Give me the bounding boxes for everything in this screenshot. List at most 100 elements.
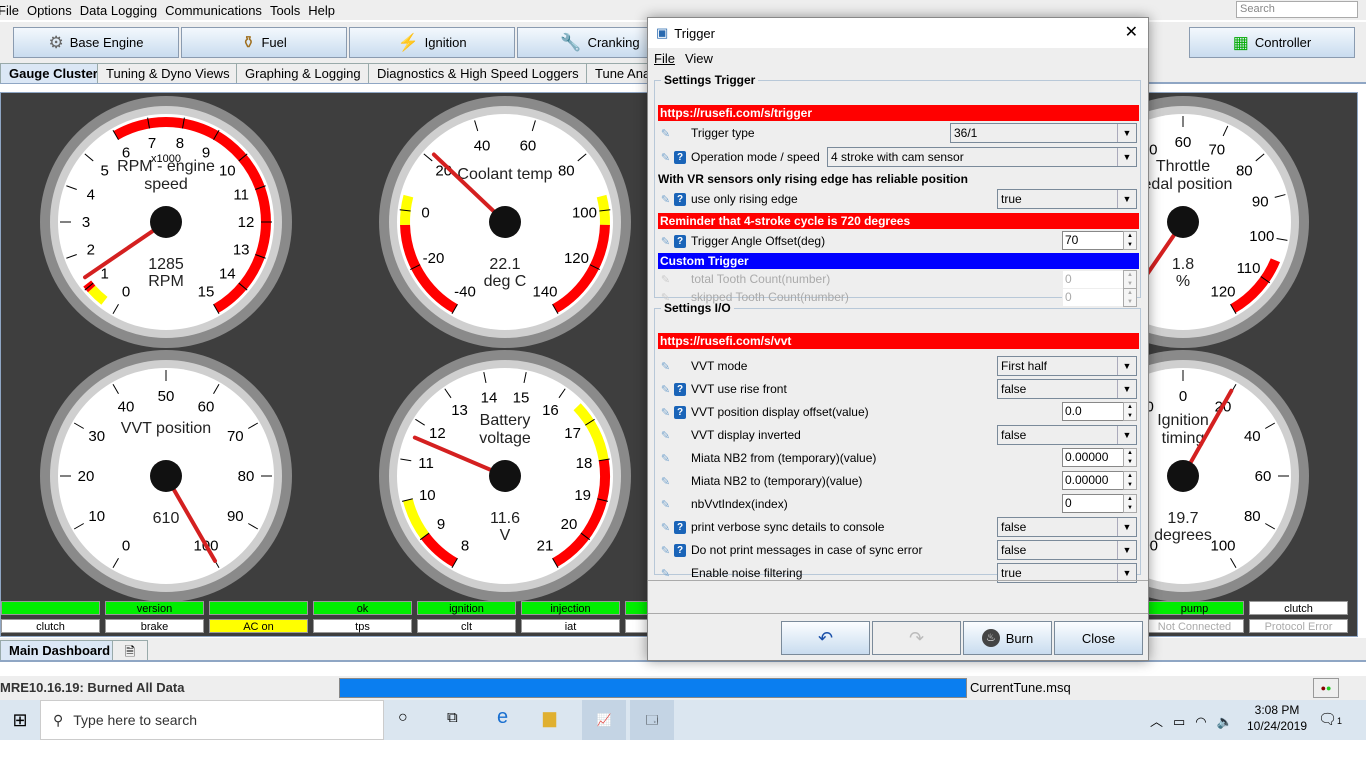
menu-tools[interactable]: Tools [270, 3, 300, 18]
edit-icon[interactable]: ✎ [658, 521, 673, 534]
edit-icon[interactable]: ✎ [658, 475, 673, 488]
gauge-tick-label: 15 [198, 283, 215, 300]
burn-button[interactable]: ♨ Burn [963, 621, 1052, 655]
spinner-arrows[interactable]: ▲ ▼ [1123, 471, 1137, 490]
taskbar-search[interactable]: ⚲ Type here to search [40, 700, 384, 740]
help-icon[interactable]: ? [674, 543, 686, 557]
task-view-icon[interactable]: ⧉ [447, 709, 458, 726]
edit-icon[interactable]: ✎ [658, 127, 673, 140]
clock[interactable]: 3:08 PM 10/24/2019 [1245, 703, 1309, 733]
gauge-units: degrees [1154, 527, 1212, 544]
taskbar-search-placeholder: Type here to search [73, 712, 198, 728]
edit-icon[interactable]: ✎ [658, 151, 673, 164]
gauge-tick-label: 40 [118, 399, 135, 416]
system-tray-icons[interactable]: ︿▭◠🔈 [1150, 711, 1243, 730]
trigger-dialog-taskbar-icon[interactable]: 🗔 [630, 700, 674, 740]
help-icon[interactable]: ? [674, 150, 686, 164]
edit-icon[interactable]: ✎ [658, 406, 673, 419]
chevron-down-icon: ▼ [1117, 518, 1136, 536]
close-button[interactable]: Close [1054, 621, 1143, 655]
cortana-icon[interactable]: ○ [398, 709, 408, 727]
io-number-input[interactable]: 0.00000 ▲ ▼ [1062, 448, 1137, 467]
io-select[interactable]: false ▼ [997, 540, 1137, 560]
menu-data-logging[interactable]: Data Logging [80, 3, 157, 18]
edit-icon[interactable]: ✎ [658, 360, 673, 373]
dialog-menu-file[interactable]: File [654, 51, 675, 66]
dialog-title-bar[interactable]: ▣ Trigger ✕ [648, 18, 1148, 48]
rising-edge-row: ✎? use only rising edge true ▼ [658, 189, 1139, 209]
gauge-tick-label: 14 [219, 265, 236, 282]
io-row: ✎? VVT position display offset(value) 0.0 ▲… [658, 402, 1139, 422]
help-icon[interactable]: ? [674, 405, 686, 419]
edit-icon[interactable]: ✎ [658, 498, 673, 511]
io-select[interactable]: false ▼ [997, 379, 1137, 399]
spinner-arrows[interactable]: ▲ ▼ [1123, 494, 1137, 513]
menu-help[interactable]: Help [308, 3, 335, 18]
spinner-arrows[interactable]: ▲ ▼ [1123, 231, 1137, 250]
edit-icon[interactable]: ✎ [658, 567, 673, 580]
edit-icon[interactable]: ✎ [658, 383, 673, 396]
base-engine-button[interactable]: ⚙ Base Engine [13, 27, 179, 58]
io-select[interactable]: false ▼ [997, 517, 1137, 537]
edit-icon[interactable]: ✎ [658, 429, 673, 442]
help-icon[interactable]: ? [674, 382, 686, 396]
dialog-menu-view[interactable]: View [685, 51, 713, 66]
menu-communications[interactable]: Communications [165, 3, 262, 18]
file-explorer-icon[interactable]: ▆ [543, 708, 556, 728]
io-select[interactable]: First half ▼ [997, 356, 1137, 376]
chevron-down-icon: ▼ [1117, 148, 1136, 166]
io-number-input[interactable]: 0.00000 ▲ ▼ [1062, 471, 1137, 490]
controller-button[interactable]: ▦ Controller [1189, 27, 1355, 58]
close-icon[interactable]: ✕ [1125, 22, 1138, 42]
new-dashboard-icon[interactable]: 🗎 [112, 640, 148, 660]
tab-diagnostics[interactable]: Diagnostics & High Speed Loggers [368, 63, 588, 83]
edit-icon[interactable]: ✎ [658, 193, 673, 206]
fuel-button[interactable]: ⚱ Fuel [181, 27, 347, 58]
menu-file[interactable]: File [0, 3, 19, 18]
search-input[interactable]: Search [1236, 1, 1358, 18]
gauge-tick-label: 80 [1244, 508, 1261, 525]
spinner-arrows[interactable]: ▲ ▼ [1123, 402, 1137, 421]
tab-graphing-logging[interactable]: Graphing & Logging [236, 63, 370, 83]
vvt-link[interactable]: https://rusefi.com/s/vvt [658, 333, 1139, 349]
gauge-tick-label: 80 [558, 163, 575, 180]
gauge-tick-label: 140 [532, 283, 557, 300]
tab-main-dashboard[interactable]: Main Dashboard [0, 640, 120, 660]
notification-count: 1 [1337, 716, 1343, 726]
notification-icon[interactable]: 🗨1 [1318, 710, 1342, 728]
io-row: ✎ Miata NB2 from (temporary)(value) 0.0000… [658, 448, 1139, 468]
progress-fill [340, 679, 966, 697]
trigger-type-select[interactable]: 36/1 ▼ [950, 123, 1137, 143]
edit-icon[interactable]: ✎ [658, 544, 673, 557]
gauge-tick-label: 17 [564, 425, 581, 442]
menu-options[interactable]: Options [27, 3, 72, 18]
cranking-label: Cranking [587, 35, 640, 50]
undo-button[interactable]: ↶ [781, 621, 870, 655]
trigger-link[interactable]: https://rusefi.com/s/trigger [658, 105, 1139, 121]
windows-start-icon[interactable]: ⊞ [0, 700, 40, 740]
tunerstudio-taskbar-icon[interactable]: 📈 [582, 700, 626, 740]
tab-tuning-dyno[interactable]: Tuning & Dyno Views [97, 63, 239, 83]
spinner-arrows[interactable]: ▲ ▼ [1123, 448, 1137, 467]
gauge-hub [150, 460, 182, 492]
help-icon[interactable]: ? [674, 520, 686, 534]
gauge-hub [1167, 206, 1199, 238]
help-icon[interactable]: ? [674, 192, 686, 206]
edit-icon[interactable]: ✎ [658, 452, 673, 465]
tab-gauge-cluster[interactable]: Gauge Cluster [0, 63, 107, 83]
angle-offset-input[interactable]: 70 ▲ ▼ [1062, 231, 1137, 250]
indicator-light: version [105, 601, 204, 615]
section-title: Settings I/O [664, 301, 731, 315]
field-label: Miata NB2 to (temporary)(value) [691, 474, 863, 488]
io-number-input[interactable]: 0 ▲ ▼ [1062, 494, 1137, 513]
io-number-input[interactable]: 0.0 ▲ ▼ [1062, 402, 1137, 421]
help-icon[interactable]: ? [674, 234, 686, 248]
gauge-units: V [500, 527, 511, 544]
edge-icon[interactable]: e [497, 706, 508, 729]
operation-mode-select[interactable]: 4 stroke with cam sensor ▼ [827, 147, 1137, 167]
edit-icon[interactable]: ✎ [658, 235, 673, 248]
io-select[interactable]: false ▼ [997, 425, 1137, 445]
ignition-button[interactable]: ⚡ Ignition [349, 27, 515, 58]
gauge-tick-label: 30 [88, 428, 105, 445]
rising-edge-select[interactable]: true ▼ [997, 189, 1137, 209]
